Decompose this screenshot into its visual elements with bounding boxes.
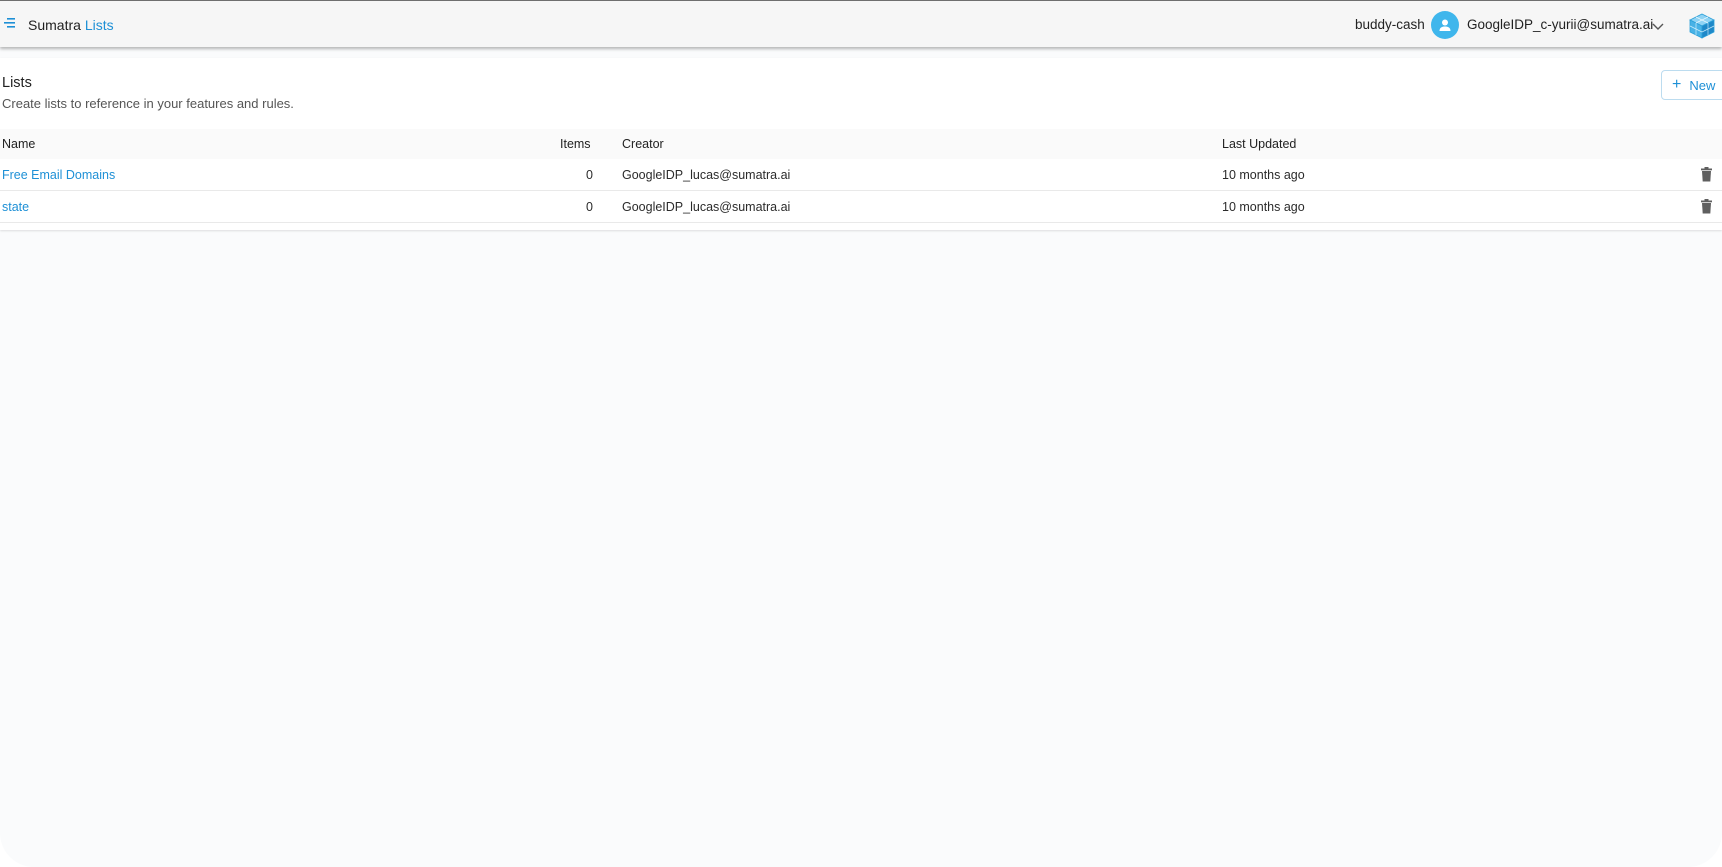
app-brand[interactable]: Sumatra Lists: [28, 17, 114, 33]
org-name[interactable]: buddy-cash: [1355, 17, 1425, 32]
list-items-count: 0: [586, 200, 593, 214]
list-creator: GoogleIDP_lucas@sumatra.ai: [622, 200, 791, 214]
new-button-label: New: [1689, 77, 1716, 93]
column-header-items[interactable]: Items: [560, 137, 591, 151]
trash-icon[interactable]: [1700, 167, 1713, 182]
column-header-last-updated[interactable]: Last Updated: [1222, 137, 1296, 151]
user-icon[interactable]: [1431, 11, 1459, 39]
list-name-link[interactable]: Free Email Domains: [2, 168, 115, 182]
table-row: state 0 GoogleIDP_lucas@sumatra.ai 10 mo…: [0, 191, 1722, 223]
column-header-name[interactable]: Name: [2, 137, 35, 151]
column-header-creator[interactable]: Creator: [622, 137, 664, 151]
list-last-updated: 10 months ago: [1222, 200, 1305, 214]
app-window: Sumatra Lists buddy-cash GoogleIDP_c-yur…: [0, 0, 1722, 867]
list-creator: GoogleIDP_lucas@sumatra.ai: [622, 168, 791, 182]
list-last-updated: 10 months ago: [1222, 168, 1305, 182]
trash-icon[interactable]: [1700, 199, 1713, 214]
chevron-down-icon[interactable]: [1651, 19, 1665, 30]
top-bar: Sumatra Lists buddy-cash GoogleIDP_c-yur…: [0, 0, 1722, 47]
user-email[interactable]: GoogleIDP_c-yurii@sumatra.ai: [1467, 17, 1653, 32]
table-header: Name Items Creator Last Updated: [0, 129, 1722, 159]
table-row: Free Email Domains 0 GoogleIDP_lucas@sum…: [0, 159, 1722, 191]
list-name-link[interactable]: state: [2, 200, 29, 214]
plus-icon: +: [1672, 76, 1682, 93]
cube-logo-icon[interactable]: [1684, 12, 1720, 40]
lists-panel: Lists Create lists to reference in your …: [0, 58, 1722, 230]
page-title: Lists: [2, 75, 32, 91]
page-subtitle: Create lists to reference in your featur…: [2, 96, 294, 111]
brand-name: Sumatra: [28, 17, 81, 33]
new-list-button[interactable]: + New: [1661, 70, 1722, 100]
menu-icon[interactable]: [3, 16, 17, 30]
list-items-count: 0: [586, 168, 593, 182]
section-name: Lists: [84, 17, 114, 33]
